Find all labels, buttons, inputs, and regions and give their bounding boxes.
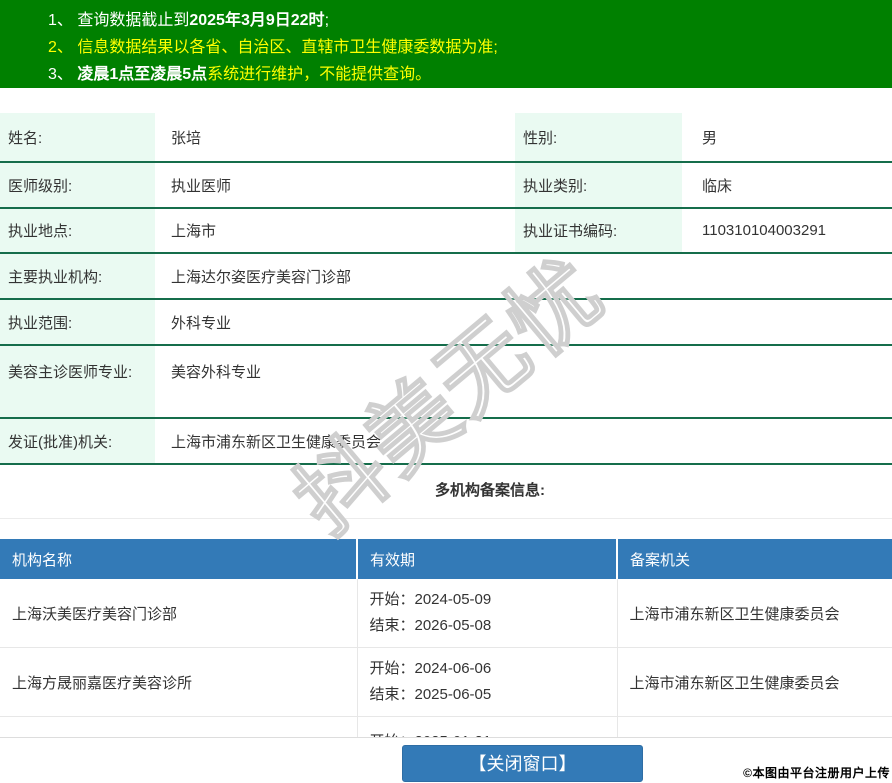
validity-end: 结束：2026-05-08 (369, 617, 492, 634)
filing-authority-header: 备案机关 (617, 539, 892, 579)
institution-name: 上海方晟丽嘉医疗美容诊所 (0, 647, 358, 717)
notice-banner: 1、 查询数据截止到2025年3月9日22时; 2、 信息数据结果以各省、自治区… (0, 0, 892, 88)
license-number-value: 110310104003291 (682, 208, 892, 254)
practice-category-value: 临床 (682, 162, 892, 209)
main-institution-label: 主要执业机构: (0, 253, 155, 300)
validity-period: 开始：2025-01-21 (357, 716, 618, 737)
attribution-watermark: ©本图由平台注册用户上传 (743, 766, 890, 780)
name-value: 张培 (155, 113, 515, 163)
notice-3-maintenance-window: 凌晨1点至凌晨5点 (77, 66, 208, 83)
cosmetic-specialty-label: 美容主诊医师专业: (0, 345, 155, 419)
issuing-authority-value: 上海市浦东新区卫生健康委员会 (155, 418, 892, 465)
license-query-result-page: 1、 查询数据截止到2025年3月9日22时; 2、 信息数据结果以各省、自治区… (0, 0, 892, 783)
table-row: 执业地点: 上海市 执业证书编码: 110310104003291 (0, 208, 892, 254)
validity-period: 开始：2024-05-09 结束：2026-05-08 (357, 579, 618, 648)
institution-name (0, 716, 358, 737)
table-row: 开始：2025-01-21 (0, 716, 892, 737)
main-institution-value: 上海达尔姿医疗美容门诊部 (155, 253, 892, 300)
notice-1-prefix: 1、 查询数据截止到 (48, 12, 190, 29)
table-row: 上海方晟丽嘉医疗美容诊所 开始：2024-06-06 结束：2025-06-05… (0, 647, 892, 717)
filing-authority (617, 716, 892, 737)
practice-location-label: 执业地点: (0, 208, 155, 254)
validity-end: 结束：2025-06-05 (369, 686, 492, 703)
table-row: 姓名: 张培 性别: 男 (0, 113, 892, 163)
gender-value: 男 (682, 113, 892, 163)
name-label: 姓名: (0, 113, 155, 163)
institution-name-header: 机构名称 (0, 539, 358, 579)
notice-line-3: 3、 凌晨1点至凌晨5点系统进行维护，不能提供查询。 (48, 61, 882, 88)
table-row: 执业范围: 外科专业 (0, 299, 892, 346)
institution-name: 上海沃美医疗美容门诊部 (0, 579, 358, 648)
practice-scope-value: 外科专业 (155, 299, 892, 346)
filing-table-viewport: 机构名称 有效期 备案机关 上海沃美医疗美容门诊部 开始：2024-05-09 … (0, 539, 892, 738)
filing-header-row: 机构名称 有效期 备案机关 (0, 539, 892, 579)
issuing-authority-label: 发证(批准)机关: (0, 418, 155, 465)
notice-line-1: 1、 查询数据截止到2025年3月9日22时; (48, 7, 882, 34)
cosmetic-specialty-value: 美容外科专业 (155, 345, 892, 419)
practice-scope-label: 执业范围: (0, 299, 155, 346)
validity-start: 开始：2025-01-21 (370, 729, 607, 737)
filing-authority: 上海市浦东新区卫生健康委员会 (617, 647, 892, 717)
filing-section-title: 多机构备案信息: (435, 482, 545, 499)
section-divider (0, 518, 892, 519)
validity-period: 开始：2024-06-06 结束：2025-06-05 (357, 647, 618, 717)
practice-location-value: 上海市 (155, 208, 515, 254)
practice-category-label: 执业类别: (515, 162, 682, 209)
table-row: 主要执业机构: 上海达尔姿医疗美容门诊部 (0, 253, 892, 300)
notice-1-suffix: ; (324, 12, 330, 29)
validity-period-header: 有效期 (357, 539, 618, 579)
validity-start: 开始：2024-05-09 (369, 591, 492, 608)
notice-3-prefix: 3、 (48, 66, 78, 83)
table-row: 医师级别: 执业医师 执业类别: 临床 (0, 162, 892, 209)
table-row: 上海沃美医疗美容门诊部 开始：2024-05-09 结束：2026-05-08 … (0, 579, 892, 648)
gender-label: 性别: (515, 113, 682, 163)
doctor-level-label: 医师级别: (0, 162, 155, 209)
close-window-button[interactable]: 【关闭窗口】 (402, 745, 643, 782)
filing-authority: 上海市浦东新区卫生健康委员会 (617, 579, 892, 648)
table-row: 发证(批准)机关: 上海市浦东新区卫生健康委员会 (0, 418, 892, 465)
practitioner-info-table: 姓名: 张培 性别: 男 医师级别: 执业医师 执业类别: 临床 执业地点: 上… (0, 113, 892, 465)
notice-3-suffix: 系统进行维护，不能提供查询。 (207, 66, 432, 83)
doctor-level-value: 执业医师 (155, 162, 515, 209)
notice-1-deadline: 2025年3月9日22时 (189, 12, 325, 29)
table-row: 美容主诊医师专业: 美容外科专业 (0, 345, 892, 419)
notice-line-2: 2、 信息数据结果以各省、自治区、直辖市卫生健康委数据为准; (48, 39, 498, 56)
filing-table: 机构名称 有效期 备案机关 上海沃美医疗美容门诊部 开始：2024-05-09 … (0, 539, 892, 737)
validity-start: 开始：2024-06-06 (369, 660, 492, 677)
license-number-label: 执业证书编码: (515, 208, 682, 254)
